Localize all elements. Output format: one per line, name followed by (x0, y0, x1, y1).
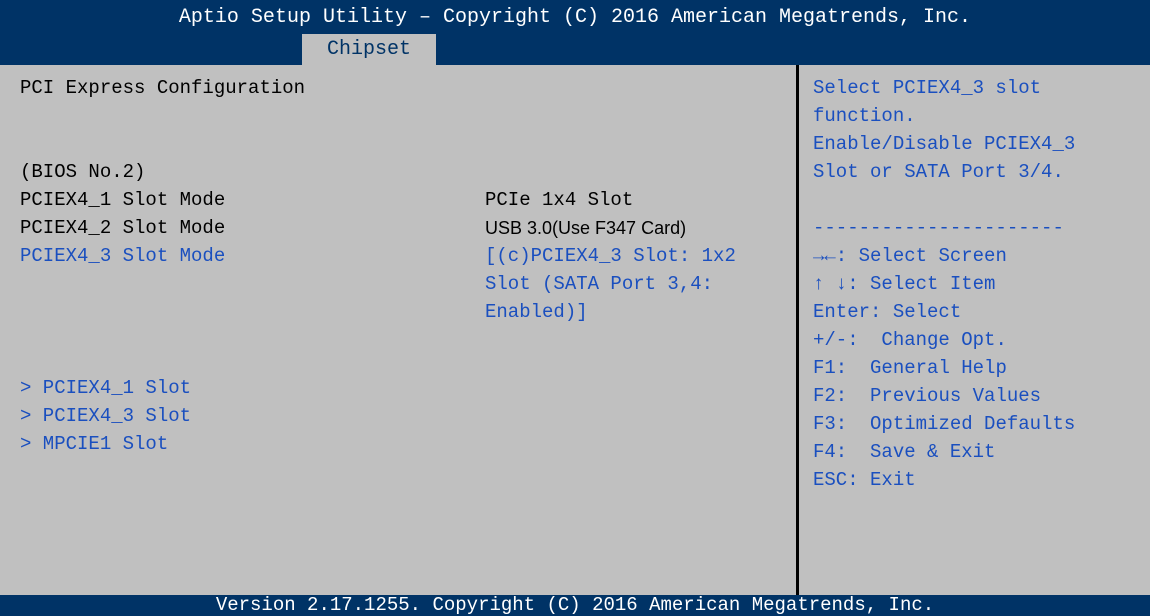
setting-value-pciex4-2-slot-mode: USB 3.0(Use F347 Card) (485, 218, 687, 238)
setting-label-pciex4-2-slot-mode: PCIEX4_2 Slot Mode (20, 217, 226, 239)
setting-label-pciex4-3-slot-mode[interactable]: PCIEX4_3 Slot Mode (20, 242, 225, 270)
key-hint-f1: F1: General Help (813, 357, 1007, 379)
left-right-arrow-icon: →←: (813, 245, 848, 267)
help-description-line: Enable/Disable PCIEX4_3 (813, 133, 1076, 155)
key-hint-esc: ESC: Exit (813, 469, 916, 491)
setting-value-pciex4-1-slot-mode: PCIe 1x4 Slot (485, 189, 634, 211)
title-bar: Aptio Setup Utility – Copyright (C) 2016… (0, 0, 1150, 65)
bios-setup-screen: Aptio Setup Utility – Copyright (C) 2016… (0, 0, 1150, 616)
utility-title: Aptio Setup Utility – Copyright (C) 2016… (178, 6, 972, 29)
help-description-line: Slot or SATA Port 3/4. (813, 161, 1064, 183)
key-hint-change-opt: +/-: Change Opt. (813, 329, 1007, 351)
key-hint-arrows-vertical: ↑ ↓: Select Item (813, 273, 996, 295)
section-title: PCI Express Configuration (20, 77, 306, 99)
help-panel: Select PCIEX4_3 slot function. Enable/Di… (799, 65, 1150, 595)
bios-number-label: (BIOS No.2) (20, 161, 146, 183)
submenu-pciex4-3-slot[interactable]: > PCIEX4_3 Slot (20, 402, 191, 430)
version-text: Version 2.17.1255. Copyright (C) 2016 Am… (215, 594, 935, 616)
up-down-arrow-icon: ↑ ↓: (813, 273, 859, 295)
setting-value-pciex4-3-slot-mode-line2[interactable]: Slot (SATA Port 3,4: (485, 270, 713, 298)
help-description-line: Select PCIEX4_3 slot (813, 77, 1042, 99)
key-hint-f2: F2: Previous Values (813, 385, 1042, 407)
setting-value-pciex4-3-slot-mode-line1[interactable]: [(c)PCIEX4_3 Slot: 1x2 (485, 242, 736, 270)
key-hint-enter: Enter: Select (813, 301, 962, 323)
submenu-mpcie1-slot[interactable]: > MPCIE1 Slot (20, 430, 168, 458)
key-hint-f3: F3: Optimized Defaults (813, 413, 1076, 435)
tab-chipset[interactable]: Chipset (302, 34, 436, 65)
footer-bar: Version 2.17.1255. Copyright (C) 2016 Am… (0, 595, 1150, 616)
submenu-pciex4-1-slot[interactable]: > PCIEX4_1 Slot (20, 374, 191, 402)
settings-panel: PCI Express Configuration (BIOS No.2) PC… (0, 65, 796, 595)
setting-value-pciex4-3-slot-mode-line3[interactable]: Enabled)] (485, 298, 588, 326)
setting-label-pciex4-1-slot-mode: PCIEX4_1 Slot Mode (20, 189, 226, 211)
help-description-line: function. (813, 105, 916, 127)
help-separator: ---------------------- (813, 217, 1064, 239)
key-hint-f4: F4: Save & Exit (813, 441, 996, 463)
key-hint-arrows-horizontal: →←: Select Screen (813, 245, 1007, 267)
